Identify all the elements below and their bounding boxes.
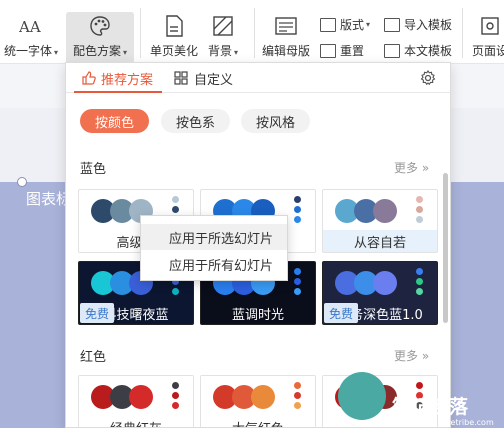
color-dot: [416, 216, 423, 223]
tab-custom-label: 自定义: [194, 72, 234, 88]
section-title-red: 红色: [80, 350, 107, 365]
background-button[interactable]: 背景 ▾: [208, 14, 238, 59]
background-icon: [211, 14, 235, 38]
edit-master-label: 编辑母版: [262, 44, 311, 58]
chevron-down-icon: ▾: [366, 20, 371, 29]
color-swatch: [129, 385, 153, 409]
color-dot: [294, 288, 301, 295]
font-unify-button[interactable]: AA 统一字体 ▾: [4, 14, 58, 59]
panel-tabs: 推荐方案 自定义: [66, 63, 450, 93]
menu-item-apply-selected[interactable]: 应用于所选幻灯片: [141, 224, 287, 250]
color-dot: [294, 268, 301, 275]
import-template-label: 导入模板: [404, 18, 453, 32]
free-badge: 免费: [80, 303, 115, 323]
color-dot: [294, 278, 301, 285]
grid-icon: [174, 71, 188, 85]
apply-context-menu: 应用于所选幻灯片 应用于所有幻灯片: [140, 215, 288, 281]
color-scheme-label: 配色方案: [72, 44, 121, 58]
more-link-blue[interactable]: 更多 »: [394, 159, 429, 176]
tab-recommended[interactable]: 推荐方案: [82, 63, 153, 93]
edit-master-button[interactable]: 编辑母版: [262, 14, 310, 59]
color-dot: [416, 206, 423, 213]
page-setup-button[interactable]: 页面设: [472, 14, 504, 59]
divider: [462, 8, 463, 58]
text-template-icon: [384, 43, 400, 58]
color-swatch: [251, 385, 275, 409]
palette-icon: [88, 14, 112, 38]
scheme-name: 从容自若: [323, 230, 437, 252]
layout-label: 版式: [340, 18, 365, 32]
watermark-logo: 笔记部落 www.notetribe.com: [296, 362, 504, 428]
color-dot: [416, 288, 423, 295]
filter-by-color-family[interactable]: 按色系: [161, 109, 231, 133]
color-dot: [172, 392, 179, 399]
color-dot: [416, 196, 423, 203]
filter-label: 按色系: [176, 115, 216, 131]
background-label: 背景: [208, 44, 233, 58]
tab-recommended-label: 推荐方案: [101, 72, 154, 88]
color-scheme-button[interactable]: 配色方案 ▾: [66, 12, 134, 64]
color-dot: [294, 216, 301, 223]
page-icon: [162, 14, 186, 38]
layout-icon: [320, 17, 336, 32]
menu-item-label: 应用于所有幻灯片: [169, 258, 274, 274]
divider: [254, 8, 255, 58]
color-dot: [294, 206, 301, 213]
tab-custom[interactable]: 自定义: [174, 63, 233, 93]
layout-button[interactable]: 版式 ▾: [320, 16, 370, 33]
filter-by-color[interactable]: 按颜色: [80, 109, 150, 133]
page-setup-icon: [478, 14, 502, 38]
filter-by-style[interactable]: 按风格: [241, 109, 311, 133]
text-template-button[interactable]: 本文模板: [384, 42, 452, 59]
reset-label: 重置: [340, 44, 365, 58]
menu-item-apply-all[interactable]: 应用于所有幻灯片: [141, 251, 287, 277]
selection-handle[interactable]: [17, 177, 27, 187]
color-swatch: [373, 271, 397, 295]
menu-item-label: 应用于所选幻灯片: [169, 231, 274, 247]
color-scheme-card[interactable]: 从容自若: [322, 189, 438, 253]
font-aa-icon: AA: [19, 14, 43, 38]
color-dot: [172, 196, 179, 203]
color-dot: [294, 196, 301, 203]
text-template-label: 本文模板: [404, 44, 453, 58]
import-template-button[interactable]: 导入模板: [384, 16, 452, 33]
color-scheme-card[interactable]: 商务深色蓝1.0 免费: [322, 261, 438, 325]
color-scheme-card[interactable]: 经典红灰: [78, 375, 194, 427]
filter-label: 按颜色: [95, 115, 135, 131]
color-dot: [172, 288, 179, 295]
divider: [140, 8, 141, 58]
page-setup-label: 页面设: [472, 44, 504, 58]
pen-icon: [338, 372, 386, 420]
font-unify-label: 统一字体: [4, 44, 53, 58]
scheme-name: 经典红灰: [79, 416, 193, 427]
color-dot: [416, 278, 423, 285]
free-badge: 免费: [324, 303, 359, 323]
svg-text:AA: AA: [19, 18, 41, 36]
scheme-name: 蓝调时光: [231, 307, 284, 323]
master-slide-icon: [274, 14, 298, 38]
ribbon-toolbar: AA 统一字体▾ 配色方案▾ 单页美化 背景▾ 编辑母版 版式▾ 重置: [0, 0, 504, 64]
watermark-url: www.notetribe.com: [416, 418, 494, 427]
scrollbar-thumb[interactable]: [443, 173, 448, 323]
page-beautify-label: 单页美化: [150, 44, 199, 58]
chevron-down-icon: ▾: [234, 48, 239, 57]
chevron-down-icon: ▾: [54, 48, 59, 57]
color-dot: [172, 402, 179, 409]
color-swatch: [373, 199, 397, 223]
gear-icon[interactable]: [420, 70, 436, 86]
page-beautify-button[interactable]: 单页美化: [150, 14, 198, 59]
color-dot: [172, 206, 179, 213]
filter-label: 按风格: [256, 115, 296, 131]
color-dot: [416, 268, 423, 275]
thumbs-up-icon: [82, 71, 96, 85]
import-icon: [384, 17, 400, 32]
reset-icon: [320, 43, 336, 58]
color-dot: [172, 382, 179, 389]
watermark-brand: 笔记部落: [392, 396, 469, 418]
section-title-blue: 蓝色: [80, 162, 107, 177]
active-tab-indicator: [74, 91, 162, 93]
reset-button[interactable]: 重置: [320, 42, 364, 59]
chevron-down-icon: ▾: [123, 48, 128, 57]
